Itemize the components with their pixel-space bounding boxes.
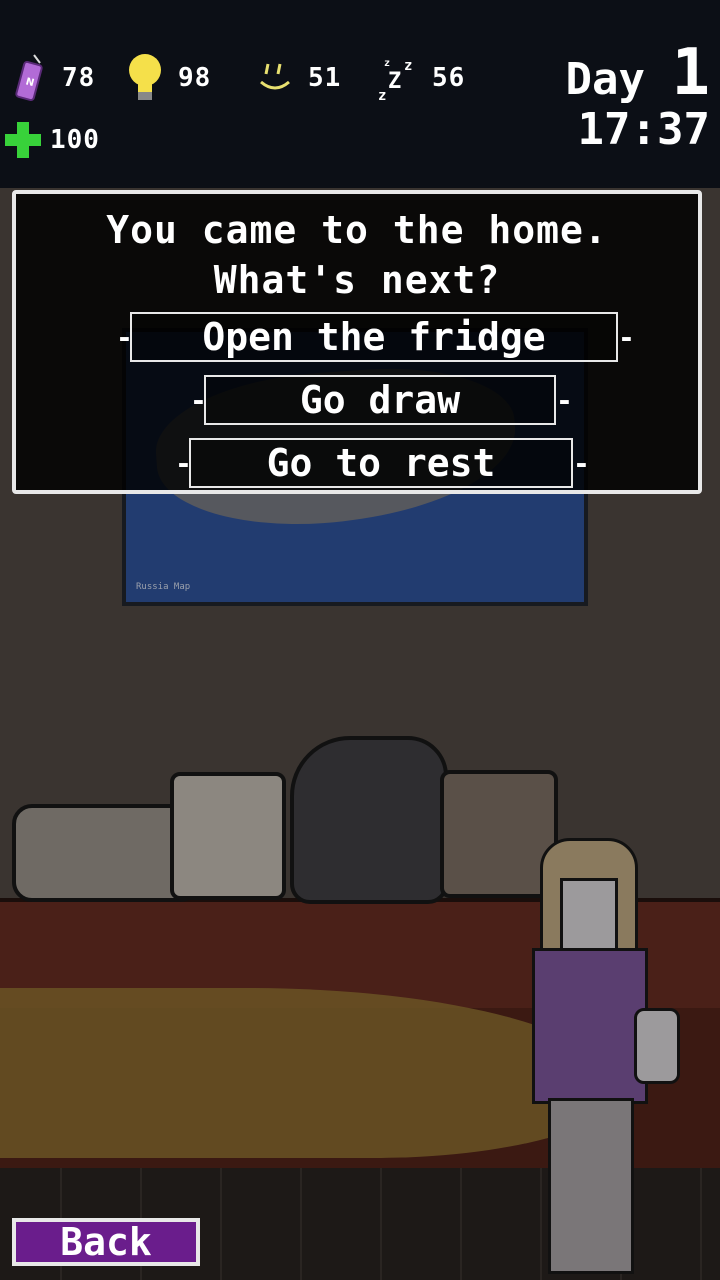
- lightbulb-icon: [122, 52, 168, 104]
- choice-row-2: - Go draw -: [190, 375, 573, 425]
- stat-mood: 51: [252, 52, 341, 104]
- svg-text:Z: Z: [388, 69, 402, 94]
- dialog-line-1: You came to the home.: [106, 208, 608, 252]
- mood-value: 51: [308, 63, 342, 93]
- health-cross-icon: [0, 114, 46, 166]
- status-bar: N 78 98 51 zZz z 56 100 Day 1 17:37: [0, 0, 720, 188]
- light-value: 98: [178, 63, 212, 93]
- svg-text:z: z: [378, 88, 387, 104]
- svg-text:z: z: [384, 58, 391, 69]
- go-to-rest-button[interactable]: Go to rest: [189, 438, 573, 488]
- dialog-line-2: What's next?: [213, 258, 501, 302]
- choice-row-3: - Go to rest -: [175, 438, 590, 488]
- clock-time: 17:37: [577, 104, 710, 155]
- svg-text:z: z: [404, 58, 413, 74]
- sleep-icon: zZz z: [376, 52, 422, 104]
- choice-row-1: - Open the fridge -: [116, 312, 635, 362]
- choice-dialog: You came to the home. What's next? - Ope…: [12, 190, 702, 494]
- stat-energy: N 78: [6, 52, 95, 104]
- sleep-value: 56: [432, 63, 466, 93]
- energy-drink-icon: N: [6, 52, 52, 104]
- open-fridge-button[interactable]: Open the fridge: [130, 312, 618, 362]
- day-number: 1: [671, 36, 710, 110]
- map-caption: Russia Map: [136, 582, 191, 592]
- day-label: Day: [565, 54, 645, 105]
- stat-light: 98: [122, 52, 211, 104]
- go-draw-button[interactable]: Go draw: [204, 375, 556, 425]
- stat-sleep: zZz z 56: [376, 52, 465, 104]
- stat-health: 100: [0, 114, 100, 166]
- health-value: 100: [50, 125, 100, 155]
- back-button[interactable]: Back: [12, 1218, 200, 1266]
- day-clock: Day 1 17:37: [565, 41, 710, 155]
- energy-value: 78: [62, 63, 96, 93]
- player-character: [512, 838, 680, 1274]
- smile-icon: [252, 52, 298, 104]
